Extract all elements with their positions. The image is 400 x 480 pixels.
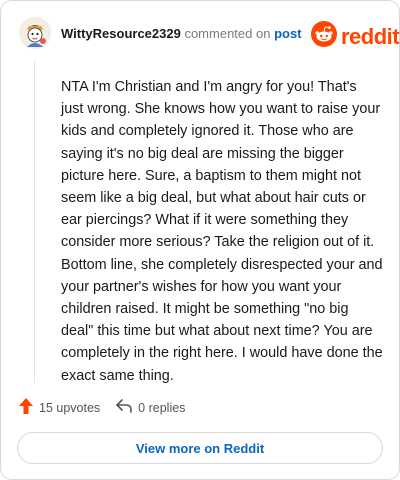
reddit-snoo-icon [311,21,337,52]
avatar[interactable] [19,17,51,49]
reply-arrow-icon [116,399,132,416]
comment-actions: 15 upvotes 0 replies [19,398,185,417]
upvotes-count: 15 upvotes [39,400,101,415]
comment-body: NTA I'm Christian and I'm angry for you!… [61,79,383,384]
replies-button[interactable]: 0 replies [116,399,185,416]
replies-count: 0 replies [138,400,186,415]
comment-header: WittyResource2329 commented on post [61,26,302,41]
view-more-button[interactable]: View more on Reddit [17,432,383,464]
upvote-arrow-icon [19,398,33,417]
reddit-wordmark: reddit [341,23,400,49]
reddit-logo[interactable]: reddit [311,21,400,52]
username[interactable]: WittyResource2329 [61,26,181,41]
thread-line [34,61,35,383]
commented-on-text: commented on [184,26,271,41]
post-link[interactable]: post [274,26,301,41]
comment-card: WittyResource2329 commented on post redd… [0,0,400,480]
upvote-button[interactable]: 15 upvotes [19,398,100,417]
view-more-label: View more on Reddit [135,440,265,456]
